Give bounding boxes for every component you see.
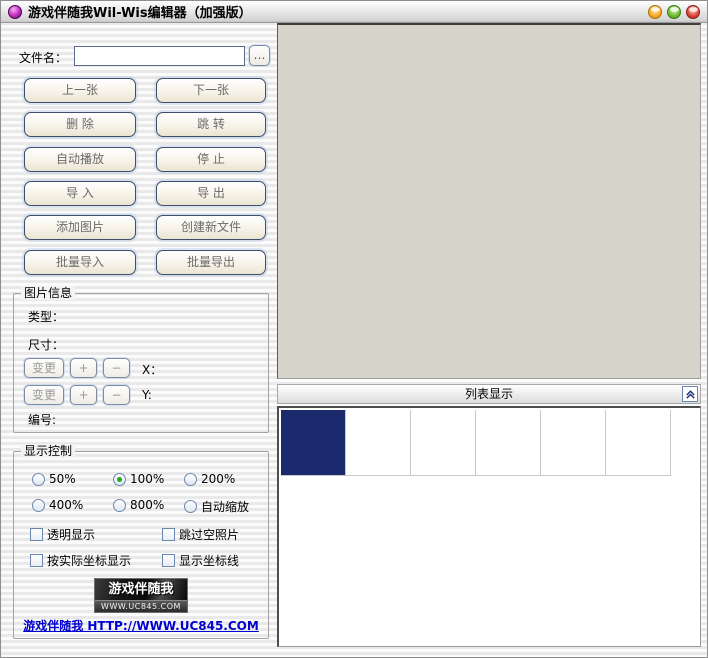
batch-export-button[interactable]: 批量导出 — [156, 250, 266, 275]
window-title: 游戏伴随我Wil-Wis编辑器（加强版） — [28, 2, 252, 21]
thumbnail-row — [281, 410, 671, 476]
stop-button[interactable]: 停 止 — [156, 147, 266, 172]
plus-x-button[interactable]: + — [70, 358, 97, 378]
zoom-radio-100[interactable]: 100% — [113, 472, 164, 486]
checkbox-icon — [30, 528, 43, 541]
prev-button[interactable]: 上一张 — [24, 78, 136, 103]
radio-icon — [184, 500, 197, 513]
image-info-group: 图片信息 类型： 尺寸： 变更 + − X： 变更 + − Y: 编号: — [13, 293, 269, 433]
zoom-radio-auto[interactable]: 自动缩放 — [184, 498, 249, 515]
x-label: X： — [142, 361, 162, 378]
brand-logo[interactable]: 游戏伴随我 WWW.UC845.COM — [94, 578, 188, 613]
thumbnail-list[interactable] — [277, 406, 701, 647]
change-x-button[interactable]: 变更 — [24, 358, 64, 378]
radio-icon — [113, 473, 126, 486]
list-cell[interactable] — [281, 410, 346, 475]
chevron-double-up-icon — [685, 389, 696, 400]
create-file-button[interactable]: 创建新文件 — [156, 215, 266, 240]
image-info-title: 图片信息 — [21, 286, 75, 300]
checkbox-icon — [162, 554, 175, 567]
list-cell[interactable] — [541, 410, 606, 475]
number-label: 编号: — [28, 411, 56, 428]
list-panel-header: 列表显示 — [277, 384, 701, 404]
checkbox-icon — [30, 554, 43, 567]
checkbox-icon — [162, 528, 175, 541]
minus-y-button[interactable]: − — [103, 385, 130, 405]
jump-button[interactable]: 跳 转 — [156, 112, 266, 137]
list-cell[interactable] — [346, 410, 411, 475]
list-cell[interactable] — [476, 410, 541, 475]
zoom-radio-800[interactable]: 800% — [113, 498, 164, 512]
browse-button[interactable]: … — [249, 45, 270, 66]
coord-lines-checkbox[interactable]: 显示坐标线 — [162, 552, 239, 569]
app-icon — [8, 5, 22, 19]
import-button[interactable]: 导 入 — [24, 181, 136, 206]
logo-url: WWW.UC845.COM — [95, 600, 187, 612]
zoom-radio-200[interactable]: 200% — [184, 472, 235, 486]
transparent-checkbox[interactable]: 透明显示 — [30, 526, 95, 543]
next-button[interactable]: 下一张 — [156, 78, 266, 103]
collapse-panel-button[interactable] — [682, 386, 698, 402]
radio-icon — [32, 499, 45, 512]
add-image-button[interactable]: 添加图片 — [24, 215, 136, 240]
list-cell[interactable] — [411, 410, 476, 475]
export-button[interactable]: 导 出 — [156, 181, 266, 206]
website-link[interactable]: 游戏伴随我 HTTP://WWW.UC845.COM — [14, 617, 268, 634]
autoplay-button[interactable]: 自动播放 — [24, 147, 136, 172]
actual-coords-checkbox[interactable]: 按实际坐标显示 — [30, 552, 131, 569]
logo-text: 游戏伴随我 — [95, 579, 187, 600]
app-window: 游戏伴随我Wil-Wis编辑器（加强版） 文件名： … 上一张 下一张 删 除 … — [0, 0, 708, 658]
type-label: 类型： — [28, 308, 64, 325]
maximize-button[interactable] — [667, 5, 681, 19]
size-label: 尺寸： — [28, 336, 64, 353]
list-cell[interactable] — [606, 410, 671, 475]
display-control-group: 显示控制 50% 100% 200% 400% 800% 自动缩放 透明显示 跳… — [13, 451, 269, 639]
list-panel-title: 列表显示 — [465, 387, 513, 401]
image-viewport[interactable] — [277, 23, 701, 379]
plus-y-button[interactable]: + — [70, 385, 97, 405]
change-y-button[interactable]: 变更 — [24, 385, 64, 405]
radio-icon — [113, 499, 126, 512]
title-bar[interactable]: 游戏伴随我Wil-Wis编辑器（加强版） — [1, 1, 707, 23]
zoom-radio-50[interactable]: 50% — [32, 472, 76, 486]
radio-icon — [184, 473, 197, 486]
zoom-radio-400[interactable]: 400% — [32, 498, 83, 512]
filename-label: 文件名： — [19, 49, 67, 66]
delete-button[interactable]: 删 除 — [24, 112, 136, 137]
minus-x-button[interactable]: − — [103, 358, 130, 378]
batch-import-button[interactable]: 批量导入 — [24, 250, 136, 275]
minimize-button[interactable] — [648, 5, 662, 19]
close-button[interactable] — [686, 5, 700, 19]
skip-empty-checkbox[interactable]: 跳过空照片 — [162, 526, 239, 543]
display-control-title: 显示控制 — [21, 444, 75, 458]
radio-icon — [32, 473, 45, 486]
filename-input[interactable] — [74, 46, 245, 66]
y-label: Y: — [142, 388, 152, 402]
